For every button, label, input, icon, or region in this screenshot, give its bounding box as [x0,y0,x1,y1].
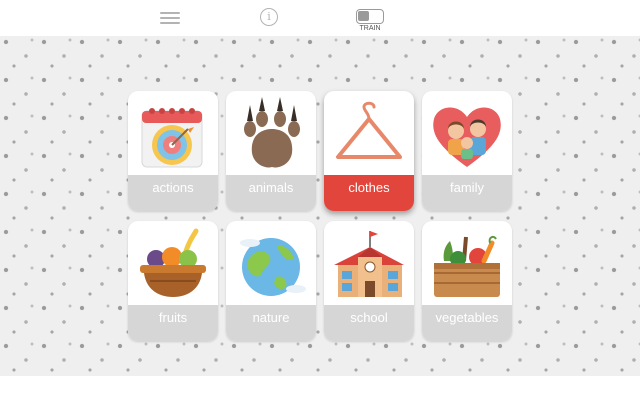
category-card-vegetables[interactable]: vegetables [422,221,512,341]
category-card-actions[interactable]: actions [128,91,218,211]
category-grid: actions animals clothes family fruits na… [128,91,512,341]
paw-print-icon [226,91,316,175]
category-label: animals [226,175,316,211]
target-calendar-icon [128,91,218,175]
train-toggle[interactable] [356,9,384,24]
category-card-nature[interactable]: nature [226,221,316,341]
category-label: family [422,175,512,211]
info-icon[interactable]: i [260,8,278,26]
category-card-family[interactable]: family [422,91,512,211]
category-label: nature [226,305,316,341]
hamburger-menu-icon[interactable] [160,9,180,25]
category-label: actions [128,175,218,211]
bottom-bar [0,376,640,400]
top-toolbar: i TRAIN [0,0,640,36]
train-label: TRAIN [359,25,381,32]
earth-globe-icon [226,221,316,305]
family-heart-icon [422,91,512,175]
category-label: vegetables [422,305,512,341]
vegetable-basket-icon [422,221,512,305]
category-card-animals[interactable]: animals [226,91,316,211]
hanger-icon [324,91,414,175]
school-building-icon [324,221,414,305]
category-card-fruits[interactable]: fruits [128,221,218,341]
category-label: school [324,305,414,341]
category-card-school[interactable]: school [324,221,414,341]
fruit-basket-icon [128,221,218,305]
category-label: clothes [324,175,414,211]
category-label: fruits [128,305,218,341]
category-card-clothes[interactable]: clothes [324,91,414,211]
